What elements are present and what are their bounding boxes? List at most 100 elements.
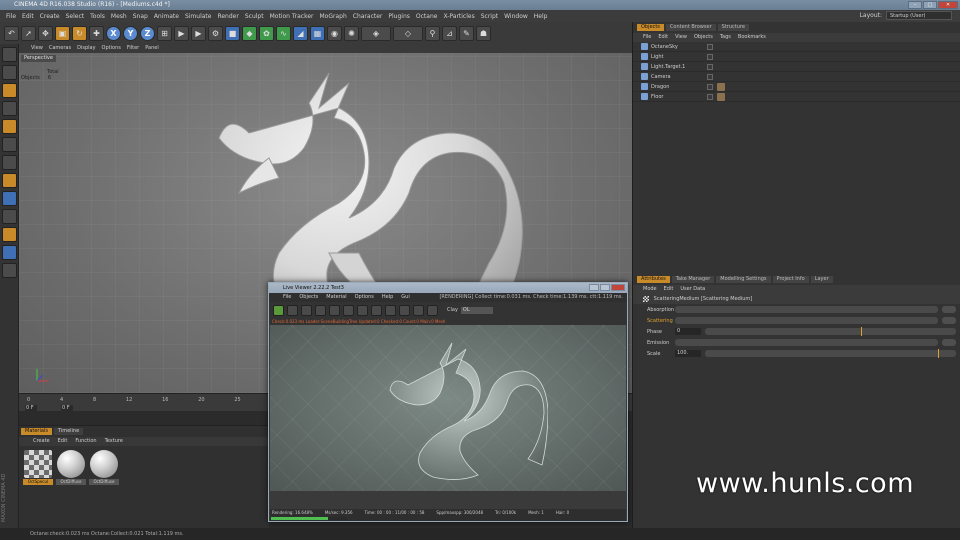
menu-tools[interactable]: Tools (90, 13, 105, 20)
live-render-image[interactable] (270, 325, 626, 491)
menu-window[interactable]: Window (504, 13, 528, 20)
locked-workplane-icon[interactable] (2, 227, 17, 242)
current-frame-field[interactable]: 0 F (25, 405, 37, 411)
attribute-value-field[interactable]: 100. (675, 350, 701, 357)
viewport-menu-options[interactable]: Options (102, 44, 121, 53)
attribute-texture-button[interactable] (942, 306, 956, 313)
attribute-menu-user-data[interactable]: User Data (680, 285, 705, 294)
undo-icon[interactable]: ↶ (4, 25, 19, 41)
material-menu-create[interactable]: Create (33, 437, 50, 446)
pick-white-point-icon[interactable] (427, 304, 438, 316)
snapping-icon[interactable] (2, 209, 17, 224)
make-editable-icon[interactable] (2, 47, 17, 62)
object-row[interactable]: Floor (633, 92, 960, 102)
array-icon[interactable]: ✿ (259, 25, 274, 41)
live-viewer-minimize-button[interactable] (589, 284, 599, 291)
visibility-toggle[interactable] (707, 43, 713, 50)
menu-animate[interactable]: Animate (154, 13, 179, 20)
menu-file[interactable]: File (6, 13, 16, 20)
material-sphere-icon[interactable] (371, 304, 382, 316)
object-menu-view[interactable]: View (675, 33, 687, 42)
stop-render-icon[interactable] (315, 304, 326, 316)
visibility-toggle[interactable] (707, 93, 713, 100)
region-render-icon[interactable] (329, 304, 340, 316)
layout-dropdown[interactable]: Startup (User) (886, 11, 952, 20)
tweak-mode-icon[interactable] (2, 191, 17, 206)
slider-marker[interactable] (938, 349, 940, 358)
tab-content-browser[interactable]: Content Browser (665, 24, 716, 31)
live-viewer-close-button[interactable] (611, 284, 625, 291)
tab-structure[interactable]: Structure (717, 24, 749, 31)
render-view-icon[interactable]: ▶ (174, 25, 189, 41)
minimize-button[interactable]: – (908, 1, 922, 9)
solo-icon[interactable] (2, 263, 17, 278)
snap-icon[interactable]: ⚲ (425, 25, 440, 41)
object-row[interactable]: OctaneSky (633, 42, 960, 52)
live-viewer-menu-material[interactable]: Material (326, 293, 346, 302)
object-row[interactable]: Dragon (633, 82, 960, 92)
material-menu-texture[interactable]: Texture (105, 437, 123, 446)
object-row[interactable]: Light (633, 52, 960, 62)
menu-snap[interactable]: Snap (133, 13, 148, 20)
attribute-menu-edit[interactable]: Edit (664, 285, 674, 294)
planar-workplane-icon[interactable] (2, 245, 17, 260)
tab-attributes[interactable]: Attributes (637, 276, 670, 283)
live-viewer-menu-objects[interactable]: Objects (299, 293, 318, 302)
viewport-menu-view[interactable]: View (31, 44, 43, 53)
material-item[interactable]: OctDiffuse (89, 450, 119, 485)
attribute-color-bar[interactable] (675, 306, 938, 313)
menu-octane[interactable]: Octane (416, 13, 438, 20)
menu-sculpt[interactable]: Sculpt (245, 13, 264, 20)
maximize-button[interactable]: □ (923, 1, 937, 9)
subdivision-icon[interactable]: ◆ (242, 25, 257, 41)
workplane-icon[interactable]: ⊿ (442, 25, 457, 41)
live-viewer-maximize-button[interactable] (600, 284, 610, 291)
viewport-menu-panel[interactable]: Panel (145, 44, 159, 53)
move-icon[interactable]: ✥ (38, 25, 53, 41)
edge-mode-icon[interactable]: ◇ (393, 25, 423, 41)
live-viewer-menu-help[interactable]: Help (382, 293, 393, 302)
attribute-value-field[interactable]: 0 (675, 328, 701, 335)
x-axis-icon[interactable]: X (106, 25, 121, 41)
texture-mode-icon[interactable] (2, 83, 17, 98)
cube-icon[interactable]: ■ (225, 25, 240, 41)
visibility-toggle[interactable] (707, 53, 713, 60)
menu-motion-tracker[interactable]: Motion Tracker (270, 13, 314, 20)
material-tag-icon[interactable] (717, 92, 725, 101)
render-settings-icon[interactable]: ⚙ (208, 25, 223, 41)
workplane-mode-icon[interactable] (2, 101, 17, 116)
polygons-mode-icon[interactable] (2, 155, 17, 170)
send-scene-icon[interactable] (273, 304, 284, 316)
viewport-menu-filter[interactable]: Filter (127, 44, 139, 53)
spline-icon[interactable]: ∿ (276, 25, 291, 41)
visibility-toggle[interactable] (707, 63, 713, 70)
tab-take-manager[interactable]: Take Manager (671, 276, 715, 283)
menu-mesh[interactable]: Mesh (111, 13, 127, 20)
menu-edit[interactable]: Edit (22, 13, 34, 20)
rotate-icon[interactable]: ↻ (72, 25, 87, 41)
recent-tools-icon[interactable]: ✚ (89, 25, 104, 41)
menu-x-particles[interactable]: X-Particles (443, 13, 474, 20)
attribute-slider[interactable] (705, 327, 956, 336)
camera-icon[interactable]: ◉ (327, 25, 342, 41)
sculpt-icon[interactable]: ☗ (476, 25, 491, 41)
lock-icon[interactable] (357, 304, 368, 316)
attribute-texture-button[interactable] (942, 339, 956, 346)
tab-materials[interactable]: Materials (21, 428, 52, 435)
coordinate-system-icon[interactable]: ⊞ (157, 25, 172, 41)
slider-marker[interactable] (860, 327, 862, 336)
menu-select[interactable]: Select (66, 13, 85, 20)
viewport-menu-cameras[interactable]: Cameras (49, 44, 71, 53)
object-menu-tags[interactable]: Tags (720, 33, 731, 42)
timeline-ruler[interactable]: 0481216202530 (27, 397, 277, 403)
settings-gear-icon[interactable] (343, 304, 354, 316)
pick-focus-icon[interactable] (385, 304, 396, 316)
menu-character[interactable]: Character (353, 13, 383, 20)
viewport-menu-display[interactable]: Display (77, 44, 95, 53)
visibility-toggle[interactable] (707, 73, 713, 80)
object-menu-bookmarks[interactable]: Bookmarks (738, 33, 766, 42)
attribute-texture-button[interactable] (942, 317, 956, 324)
live-selection-icon[interactable]: ➚ (21, 25, 36, 41)
live-viewer-menu-options[interactable]: Options (355, 293, 374, 302)
restart-render-icon[interactable] (287, 304, 298, 316)
